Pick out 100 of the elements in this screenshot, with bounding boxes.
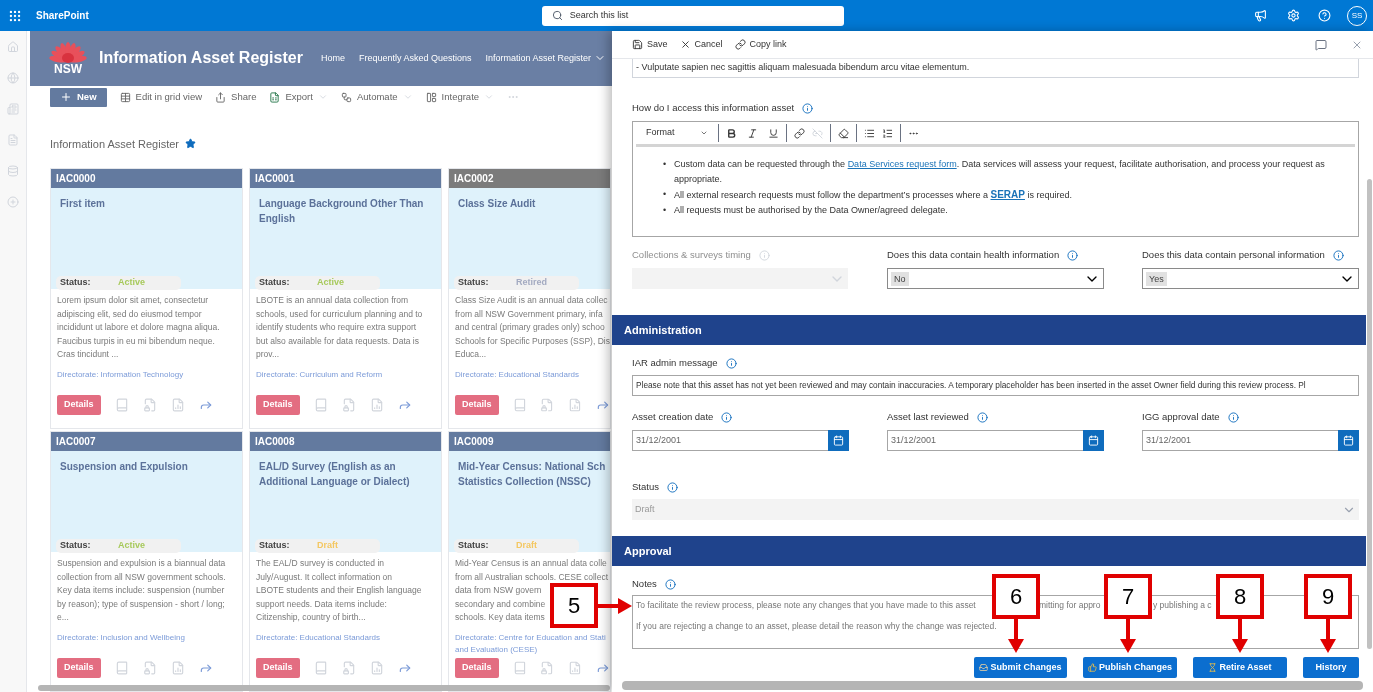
- dropdown-field[interactable]: No: [887, 268, 1104, 289]
- info-icon[interactable]: [664, 578, 676, 590]
- directorate-link[interactable]: Directorate: Educational Standards: [250, 632, 441, 644]
- directorate-link[interactable]: Directorate: Educational Standards: [449, 369, 610, 381]
- bold-icon[interactable]: [726, 127, 737, 139]
- action-button[interactable]: Retire Asset: [1193, 657, 1287, 678]
- asset-card[interactable]: [249, 168, 442, 429]
- bullet-list-icon[interactable]: [864, 127, 875, 139]
- nav-link[interactable]: Home: [320, 51, 345, 66]
- action-button[interactable]: Submit Changes: [974, 657, 1067, 678]
- locked-document-icon[interactable]: [540, 661, 555, 675]
- clear-format-icon[interactable]: [838, 127, 849, 139]
- book-icon[interactable]: [313, 398, 328, 412]
- details-button[interactable]: Details: [455, 658, 499, 678]
- info-icon[interactable]: [725, 357, 737, 369]
- share-icon[interactable]: [397, 661, 412, 675]
- asset-card[interactable]: [448, 168, 611, 429]
- request-form-link[interactable]: Data Services request form: [847, 159, 957, 169]
- link-icon[interactable]: [794, 127, 805, 139]
- nav-link[interactable]: Information Asset Register: [485, 51, 607, 66]
- calendar-button[interactable]: [1083, 430, 1104, 451]
- asset-card[interactable]: [448, 431, 611, 692]
- date-field[interactable]: 31/12/2001: [1142, 430, 1359, 451]
- numbered-list-icon[interactable]: [882, 127, 893, 139]
- info-icon[interactable]: [976, 411, 988, 423]
- chart-document-icon[interactable]: [568, 661, 583, 675]
- dropdown-field[interactable]: [632, 268, 848, 289]
- asset-card[interactable]: [50, 431, 243, 692]
- details-button[interactable]: Details: [256, 658, 300, 678]
- dropdown-field[interactable]: Yes: [1142, 268, 1359, 289]
- details-button[interactable]: Details: [256, 395, 300, 415]
- info-icon[interactable]: [802, 102, 814, 114]
- toolbar-button[interactable]: Save: [632, 37, 668, 52]
- settings-icon[interactable]: [1287, 9, 1300, 22]
- directorate-link[interactable]: Directorate: Curriculum and Reform: [250, 369, 441, 381]
- chart-document-icon[interactable]: [170, 398, 185, 412]
- format-dropdown[interactable]: Format: [636, 126, 718, 140]
- info-icon[interactable]: [1067, 249, 1079, 261]
- megaphone-icon[interactable]: [1254, 9, 1267, 22]
- directorate-link[interactable]: Directorate: Centre for Education and Stati and Evaluation (CESE): [449, 632, 610, 655]
- chart-document-icon[interactable]: [170, 661, 185, 675]
- app-launcher-icon[interactable]: [8, 8, 22, 23]
- command-button[interactable]: Export: [269, 90, 328, 105]
- book-icon[interactable]: [114, 398, 129, 412]
- rich-text-editor[interactable]: [632, 121, 1359, 237]
- new-button[interactable]: New: [50, 87, 107, 107]
- asset-card[interactable]: [249, 431, 442, 692]
- horizontal-scrollbar[interactable]: [38, 685, 610, 691]
- asset-card[interactable]: [50, 168, 243, 429]
- locked-document-icon[interactable]: [142, 661, 157, 675]
- horizontal-scrollbar[interactable]: [622, 681, 1363, 690]
- details-button[interactable]: Details: [57, 395, 101, 415]
- locked-document-icon[interactable]: [540, 398, 555, 412]
- help-icon[interactable]: [1318, 9, 1331, 22]
- directorate-link[interactable]: Directorate: Inclusion and Wellbeing: [51, 632, 242, 644]
- info-icon[interactable]: [1227, 411, 1239, 423]
- date-field[interactable]: 31/12/2001: [887, 430, 1104, 451]
- info-icon[interactable]: [1332, 249, 1344, 261]
- chart-document-icon[interactable]: [568, 398, 583, 412]
- text-field[interactable]: Please note that this asset has not yet been reviewed and may contain inaccuracies. A temporary placeholder has been inserted in the asset Owner field during this review process. Pl: [632, 375, 1359, 396]
- action-button[interactable]: Publish Changes: [1083, 657, 1177, 678]
- book-icon[interactable]: [512, 398, 527, 412]
- app-name[interactable]: SharePoint: [36, 8, 89, 23]
- toolbar-button[interactable]: Cancel: [679, 37, 723, 52]
- search-field[interactable]: Search this list: [541, 5, 844, 26]
- action-button[interactable]: History: [1303, 657, 1359, 678]
- calendar-button[interactable]: [828, 430, 849, 451]
- locked-document-icon[interactable]: [142, 398, 157, 412]
- text-area[interactable]: - Vulputate sapien nec sagittis aliquam malesuada bibendum arcu vitae elementum.: [632, 59, 1359, 78]
- nav-link[interactable]: Frequently Asked Questions: [358, 51, 472, 66]
- favorite-star-icon[interactable]: [185, 138, 196, 150]
- locked-document-icon[interactable]: [341, 661, 356, 675]
- info-icon[interactable]: [721, 411, 733, 423]
- locked-document-icon[interactable]: [341, 398, 356, 412]
- book-icon[interactable]: [313, 661, 328, 675]
- command-button[interactable]: Automate: [340, 90, 413, 105]
- book-icon[interactable]: [512, 661, 527, 675]
- details-button[interactable]: Details: [455, 395, 499, 415]
- chart-document-icon[interactable]: [369, 398, 384, 412]
- details-button[interactable]: Details: [57, 658, 101, 678]
- command-button[interactable]: Edit in grid view: [119, 90, 203, 105]
- directorate-link[interactable]: Directorate: Information Technology: [51, 369, 242, 381]
- date-field[interactable]: 31/12/2001: [632, 430, 849, 451]
- serap-link[interactable]: SERAP: [990, 189, 1025, 200]
- unlink-icon[interactable]: [812, 127, 823, 139]
- info-icon[interactable]: [666, 481, 678, 493]
- toolbar-button[interactable]: Copy link: [734, 37, 787, 52]
- command-button[interactable]: Integrate: [425, 90, 495, 105]
- underline-icon[interactable]: [768, 127, 779, 139]
- share-icon[interactable]: [596, 398, 610, 412]
- italic-icon[interactable]: [747, 127, 758, 139]
- chart-document-icon[interactable]: [369, 661, 384, 675]
- share-icon[interactable]: [596, 661, 610, 675]
- share-icon[interactable]: [198, 661, 213, 675]
- share-icon[interactable]: [198, 398, 213, 412]
- share-icon[interactable]: [397, 398, 412, 412]
- feedback-icon[interactable]: [1315, 38, 1327, 51]
- book-icon[interactable]: [114, 661, 129, 675]
- calendar-button[interactable]: [1338, 430, 1359, 451]
- command-button[interactable]: Share: [215, 90, 257, 105]
